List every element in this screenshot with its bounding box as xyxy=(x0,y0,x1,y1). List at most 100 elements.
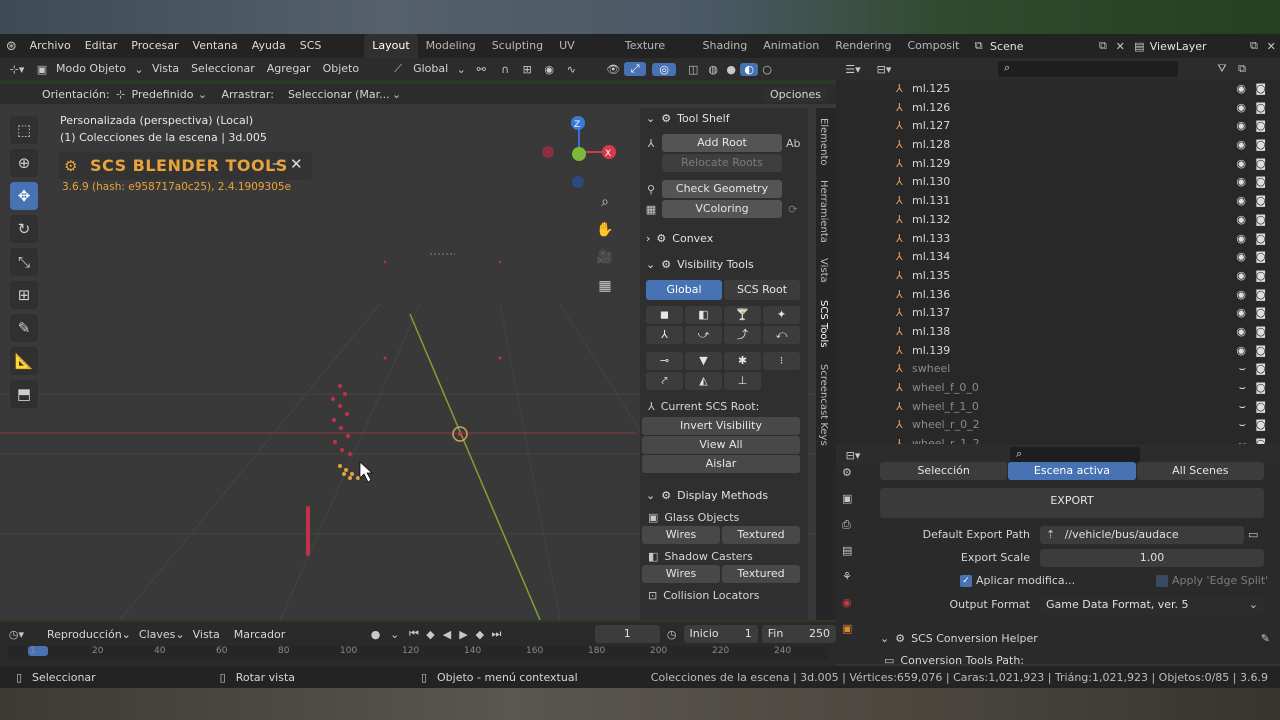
render-camera-icon[interactable]: ◙ xyxy=(1255,155,1266,174)
menu-vista-timeline[interactable]: Vista xyxy=(193,628,220,641)
menu-objeto[interactable]: Objeto xyxy=(317,58,366,80)
gizmo-icon[interactable]: ⤢ xyxy=(624,62,647,76)
world-props-icon[interactable]: ◉ xyxy=(842,596,852,622)
export-button[interactable]: EXPORT xyxy=(880,488,1264,518)
render-camera-icon[interactable]: ◙ xyxy=(1255,136,1266,155)
timeline-editor-type-icon[interactable]: ◷▾ xyxy=(0,628,33,641)
eye-closed-icon[interactable]: ⌣ xyxy=(1239,360,1246,379)
view-layer-name[interactable]: ViewLayer xyxy=(1150,40,1246,53)
outliner-row[interactable]: ⅄ ml.129 ◉ ◙ xyxy=(836,155,1280,174)
relocate-roots-button[interactable]: Relocate Roots xyxy=(662,154,782,172)
record-icon[interactable]: ● xyxy=(367,628,383,641)
check-geometry-button[interactable]: Check Geometry xyxy=(662,180,782,198)
spawn-icon[interactable]: ✱ xyxy=(724,352,761,370)
visibility-tools-header[interactable]: ⌄ ⚙ Visibility Tools xyxy=(640,254,808,276)
eye-icon[interactable]: ◉ xyxy=(1236,304,1246,323)
move-tool-icon[interactable]: ✥ xyxy=(10,182,38,210)
orientation-dropdown[interactable]: Predefinido xyxy=(132,88,194,101)
render-camera-icon[interactable]: ◙ xyxy=(1255,117,1266,136)
outliner-row[interactable]: ⅄ wheel_f_0_0 ⌣ ◙ xyxy=(836,379,1280,398)
zoom-icon[interactable]: ⌕ xyxy=(594,194,616,222)
menu-scs-tools[interactable]: SCS Tools xyxy=(293,34,352,76)
shadow-textured-button[interactable]: Textured xyxy=(722,565,800,583)
mode-dropdown[interactable]: Modo Objeto xyxy=(50,58,132,80)
node-icon[interactable]: ⊸ xyxy=(646,352,683,370)
outliner-row[interactable]: ⅄ ml.139 ◉ ◙ xyxy=(836,342,1280,361)
menu-marcador[interactable]: Marcador xyxy=(234,628,286,641)
render-camera-icon[interactable]: ◙ xyxy=(1255,99,1266,118)
tab-shading[interactable]: Shading xyxy=(695,34,756,58)
start-frame-field[interactable]: Inicio 1 xyxy=(683,625,758,643)
tab-scs-tools[interactable]: SCS Tools xyxy=(818,300,829,348)
stopwatch-icon[interactable]: ◷ xyxy=(660,628,684,641)
tab-layout[interactable]: Layout xyxy=(364,34,418,58)
tab-animation[interactable]: Animation xyxy=(755,34,827,58)
glass-visibility-icon[interactable]: 🍸 xyxy=(724,306,761,324)
trigger-point-icon[interactable]: ⊥ xyxy=(724,372,761,390)
object-props-icon[interactable]: ▣ xyxy=(842,622,852,648)
model-locator-icon[interactable]: ⤻ xyxy=(685,326,722,344)
render-camera-icon[interactable]: ◙ xyxy=(1255,211,1266,230)
wireframe-shading-icon[interactable]: ◍ xyxy=(704,63,722,76)
outliner-row[interactable]: ⅄ ml.130 ◉ ◙ xyxy=(836,173,1280,192)
apply-edge-split-checkbox[interactable] xyxy=(1156,574,1168,587)
blender-logo-icon[interactable]: ⊛ xyxy=(0,39,23,54)
glass-wires-button[interactable]: Wires xyxy=(642,526,720,544)
close-icon[interactable]: ✕ xyxy=(290,155,303,173)
filter-icon[interactable]: ⛛ xyxy=(1212,62,1232,76)
render-camera-icon[interactable]: ◙ xyxy=(1255,192,1266,211)
minimize-icon[interactable]: – xyxy=(272,156,279,172)
prefab-locator-icon[interactable]: ⤴ xyxy=(724,326,761,344)
current-frame-field[interactable]: 1 xyxy=(594,625,660,643)
tab-vista[interactable]: Vista xyxy=(818,258,829,283)
apply-modifiers-checkbox[interactable]: ✓ xyxy=(960,574,972,587)
rename-icon[interactable]: Ab xyxy=(786,137,801,150)
outliner-row[interactable]: ⅄ ml.133 ◉ ◙ xyxy=(836,230,1280,249)
view-layer-props-icon[interactable]: ▤ xyxy=(842,544,852,570)
outliner-row[interactable]: ⅄ swheel ⌣ ◙ xyxy=(836,360,1280,379)
delete-view-layer-icon[interactable]: ✕ xyxy=(1263,40,1280,53)
new-collection-icon[interactable]: ⧉ xyxy=(1232,62,1252,76)
tool-shelf-header[interactable]: ⌄ ⚙ Tool Shelf xyxy=(640,108,808,130)
scene-icon[interactable]: ⧉ xyxy=(967,39,990,53)
tab-compositing[interactable]: Composit xyxy=(899,34,967,58)
eye-icon[interactable]: ◉ xyxy=(1236,286,1246,305)
eye-icon[interactable]: ◉ xyxy=(1236,248,1246,267)
convex-header[interactable]: › ⚙ Convex xyxy=(640,228,808,250)
grid-view-icon[interactable]: ▦ xyxy=(594,278,616,306)
menu-claves[interactable]: Claves xyxy=(139,628,176,641)
eye-icon[interactable]: ◉ xyxy=(1236,342,1246,361)
outliner-row[interactable]: ⅄ ml.132 ◉ ◙ xyxy=(836,211,1280,230)
camera-icon[interactable]: 🎥 xyxy=(594,250,616,278)
render-camera-icon[interactable]: ◙ xyxy=(1255,416,1266,435)
render-camera-icon[interactable]: ◙ xyxy=(1255,360,1266,379)
outliner-row[interactable]: ⅄ ml.135 ◉ ◙ xyxy=(836,267,1280,286)
menu-ayuda[interactable]: Ayuda xyxy=(245,34,293,58)
falloff-icon[interactable]: ∿ xyxy=(560,63,582,76)
options-button[interactable]: Opciones xyxy=(764,86,827,102)
eye-icon[interactable]: ◉ xyxy=(1236,211,1246,230)
outliner-row[interactable]: ⅄ ml.125 ◉ ◙ xyxy=(836,80,1280,99)
shadow-visibility-icon[interactable]: ◧ xyxy=(685,306,722,324)
glass-textured-button[interactable]: Textured xyxy=(722,526,800,544)
eye-icon[interactable]: ◉ xyxy=(1236,173,1246,192)
menu-seleccionar[interactable]: Seleccionar xyxy=(185,58,261,80)
menu-ventana[interactable]: Ventana xyxy=(186,34,245,58)
eye-icon[interactable]: ◉ xyxy=(1236,230,1246,249)
scs-root-toggle[interactable]: SCS Root xyxy=(724,280,800,300)
outliner-row[interactable]: ⅄ ml.131 ◉ ◙ xyxy=(836,192,1280,211)
isolate-button[interactable]: Aislar xyxy=(642,455,800,473)
traffic-light-icon[interactable]: ⁝ xyxy=(763,352,800,370)
next-keyframe-icon[interactable]: ◆ xyxy=(472,628,488,641)
render-camera-icon[interactable]: ◙ xyxy=(1255,286,1266,305)
tab-escena-activa[interactable]: Escena activa xyxy=(1008,462,1136,480)
tab-sculpting[interactable]: Sculpting xyxy=(484,34,551,58)
tab-texture-paint[interactable]: Texture Paint xyxy=(617,34,695,76)
jump-end-icon[interactable]: ⏭ xyxy=(488,627,504,641)
outliner-row[interactable]: ⅄ ml.134 ◉ ◙ xyxy=(836,248,1280,267)
prev-keyframe-icon[interactable]: ◆ xyxy=(422,628,438,641)
display-mode-icon[interactable]: ⊟▾ xyxy=(870,63,898,76)
overlays-icon[interactable]: ◎ xyxy=(652,62,677,76)
render-camera-icon[interactable]: ◙ xyxy=(1255,304,1266,323)
add-cube-tool-icon[interactable]: ⬒ xyxy=(10,380,38,408)
